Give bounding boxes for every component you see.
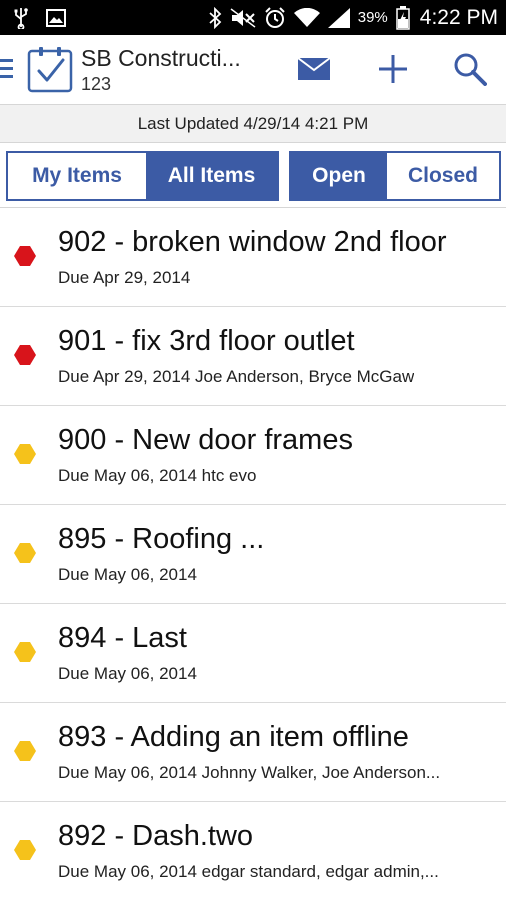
status-bar: 39% 4:22 PM [0,0,506,35]
item-title: 901 - fix 3rd floor outlet [58,325,355,357]
item-list: 902 - broken window 2nd floor Due Apr 29… [0,208,506,900]
checklist-logo-icon[interactable] [27,45,75,93]
wifi-icon [293,7,320,28]
upcoming-status-icon [14,642,36,662]
item-title: 900 - New door frames [58,424,353,456]
item-subtitle: Due May 06, 2014 [58,664,197,683]
search-icon [453,52,487,91]
battery-icon [396,5,410,30]
menu-icon[interactable] [0,59,13,81]
upcoming-status-icon [14,741,36,761]
item-subtitle: Due May 06, 2014 Johnny Walker, Joe Ande… [58,763,441,782]
alarm-icon [264,6,286,29]
overdue-status-icon [14,345,36,365]
item-subtitle: Due May 06, 2014 htc evo [58,466,257,485]
all-items-button[interactable]: All Items [146,153,277,199]
item-subtitle: Due May 06, 2014 edgar standard, edgar a… [58,862,439,881]
usb-icon [14,7,28,29]
closed-button[interactable]: Closed [387,153,499,199]
scope-toggle: My Items All Items [6,151,279,201]
list-item[interactable]: 902 - broken window 2nd floor Due Apr 29… [0,208,506,307]
item-title: 902 - broken window 2nd floor [58,226,447,258]
item-subtitle: Due Apr 29, 2014 Joe Anderson, Bryce McG… [58,367,415,386]
my-items-button[interactable]: My Items [8,153,146,199]
bluetooth-icon [208,6,222,29]
image-icon [46,8,66,27]
list-item[interactable]: 895 - Roofing ... Due May 06, 2014 [0,505,506,604]
item-subtitle: Due Apr 29, 2014 [58,268,191,287]
mail-button[interactable] [294,51,334,91]
list-item[interactable]: 894 - Last Due May 06, 2014 [0,604,506,703]
clock: 4:22 PM [419,5,498,29]
app-title: SB Constructi... [81,45,241,71]
list-item[interactable]: 901 - fix 3rd floor outlet Due Apr 29, 2… [0,307,506,406]
upcoming-status-icon [14,840,36,860]
upcoming-status-icon [14,543,36,563]
item-title: 893 - Adding an item offline [58,721,409,753]
search-button[interactable] [450,51,490,91]
add-button[interactable] [373,51,413,91]
battery-percent: 39% [357,9,388,26]
upcoming-status-icon [14,444,36,464]
mail-icon [297,56,331,86]
list-item[interactable]: 893 - Adding an item offline Due May 06,… [0,703,506,802]
state-toggle: Open Closed [289,151,501,201]
mute-icon [230,7,256,29]
filter-bar: My Items All Items Open Closed [0,143,506,208]
overdue-status-icon [14,246,36,266]
item-title: 895 - Roofing ... [58,523,265,555]
app-bar: SB Constructi... 123 [0,35,506,105]
list-item[interactable]: 892 - Dash.two Due May 06, 2014 edgar st… [0,802,506,900]
item-title: 892 - Dash.two [58,820,254,852]
last-updated-label: Last Updated 4/29/14 4:21 PM [0,105,506,143]
open-button[interactable]: Open [291,153,387,199]
list-item[interactable]: 900 - New door frames Due May 06, 2014 h… [0,406,506,505]
add-icon [377,53,409,90]
item-title: 894 - Last [58,622,187,654]
signal-icon [327,7,350,28]
item-subtitle: Due May 06, 2014 [58,565,197,584]
app-subtitle: 123 [81,74,112,94]
